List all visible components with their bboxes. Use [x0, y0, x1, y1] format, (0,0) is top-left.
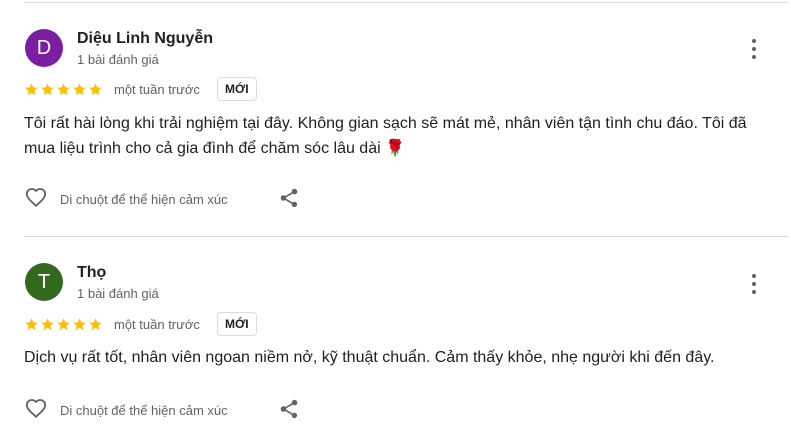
review-time: một tuần trước [114, 317, 200, 332]
star-icon [25, 318, 38, 331]
star-icon [25, 83, 38, 96]
review-count: 1 bài đánh giá [77, 52, 159, 67]
new-badge: MỚI [217, 312, 257, 336]
review-divider [24, 236, 788, 237]
new-badge: MỚI [217, 77, 257, 101]
review-text: Dịch vụ rất tốt, nhân viên ngoan niềm nở… [24, 349, 715, 366]
share-icon[interactable] [278, 398, 300, 420]
star-icon [41, 318, 54, 331]
star-icon [57, 83, 70, 96]
star-icon [89, 83, 102, 96]
star-icon [89, 318, 102, 331]
reaction-hint[interactable]: Di chuột để thể hiện cảm xúc [60, 403, 228, 418]
share-icon[interactable] [278, 187, 300, 209]
star-rating [24, 82, 103, 98]
reaction-hint[interactable]: Di chuột để thể hiện cảm xúc [60, 192, 228, 207]
star-rating [24, 317, 103, 333]
more-options-icon[interactable] [744, 272, 764, 296]
avatar[interactable]: D [25, 29, 63, 67]
top-divider [24, 2, 788, 3]
reviewer-name[interactable]: Diệu Linh Nguyễn [77, 30, 213, 48]
heart-icon[interactable] [24, 187, 48, 209]
star-icon [57, 318, 70, 331]
star-icon [73, 318, 86, 331]
review-count: 1 bài đánh giá [77, 286, 159, 301]
review-text: Tôi rất hài lòng khi trải nghiệm tại đây… [24, 115, 747, 157]
reviewer-name[interactable]: Thọ [77, 264, 106, 282]
review-time: một tuần trước [114, 82, 200, 97]
star-icon [41, 83, 54, 96]
star-icon [73, 83, 86, 96]
more-options-icon[interactable] [744, 37, 764, 61]
heart-icon[interactable] [24, 398, 48, 420]
avatar[interactable]: T [25, 263, 63, 301]
